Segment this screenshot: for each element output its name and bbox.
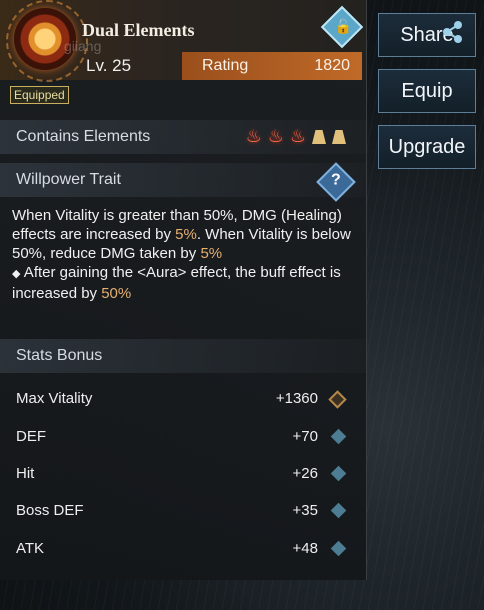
contains-elements-section: Contains Elements ♨ ♨ ♨ (0, 120, 366, 154)
fire-element-icon: ♨ (245, 126, 262, 147)
stat-diamond-icon (328, 390, 347, 409)
lock-glyph-icon: 🔓 (334, 18, 352, 35)
stat-value: +1360 (275, 390, 318, 407)
contains-elements-title: Contains Elements (16, 128, 151, 145)
willpower-trait-section: Willpower Trait (0, 163, 366, 197)
stat-value: +35 (292, 502, 318, 519)
stat-name: Max Vitality (16, 390, 93, 407)
upgrade-button[interactable]: Upgrade (378, 125, 476, 169)
stat-row: Boss DEF +35 (0, 496, 366, 526)
fire-element-icon: ♨ (289, 126, 306, 147)
willpower-description: When Vitality is greater than 50%, DMG (… (12, 206, 362, 303)
stat-row: ATK +48 (0, 534, 366, 564)
stat-row: Max Vitality +1360 (0, 384, 366, 414)
willpower-trait-title: Willpower Trait (16, 171, 121, 188)
stat-name: ATK (16, 540, 45, 557)
rating-bar: Rating 1820 (182, 52, 362, 80)
desc-text: After gaining the <Aura> effect, the buf… (12, 264, 341, 302)
stat-diamond-icon (330, 540, 347, 557)
fire-element-icon: ♨ (267, 126, 284, 147)
stat-value: +70 (292, 428, 318, 445)
earth-element-icon (332, 130, 346, 144)
stat-value: +26 (292, 465, 318, 482)
stat-row: DEF +70 (0, 422, 366, 452)
equipped-badge: Equipped (10, 86, 69, 104)
stats-bonus-title: Stats Bonus (16, 347, 103, 364)
item-detail-panel: giiang Dual Elements 🔓 Lv. 25 Rating 182… (0, 0, 367, 580)
item-name: Dual Elements (82, 20, 195, 40)
stat-name: DEF (16, 428, 46, 445)
stat-name: Boss DEF (16, 502, 84, 519)
stat-row: Hit +26 (0, 459, 366, 489)
element-icons: ♨ ♨ ♨ (246, 126, 346, 147)
stat-diamond-icon (330, 502, 347, 519)
rating-value: 1820 (314, 57, 350, 74)
question-glyph-icon: ? (331, 171, 341, 189)
earth-element-icon (312, 130, 326, 144)
stat-value: +48 (292, 540, 318, 557)
item-level: Lv. 25 (86, 56, 132, 75)
desc-value: 50% (101, 285, 132, 302)
desc-value: 5% (175, 226, 197, 243)
rating-label: Rating (202, 57, 249, 74)
desc-value: 5% (200, 245, 223, 262)
stats-bonus-section: Stats Bonus (0, 339, 366, 373)
stat-diamond-icon (330, 465, 347, 482)
equip-button[interactable]: Equip (378, 69, 476, 113)
stat-diamond-icon (330, 428, 347, 445)
share-icon (443, 21, 462, 43)
stat-name: Hit (16, 465, 35, 482)
